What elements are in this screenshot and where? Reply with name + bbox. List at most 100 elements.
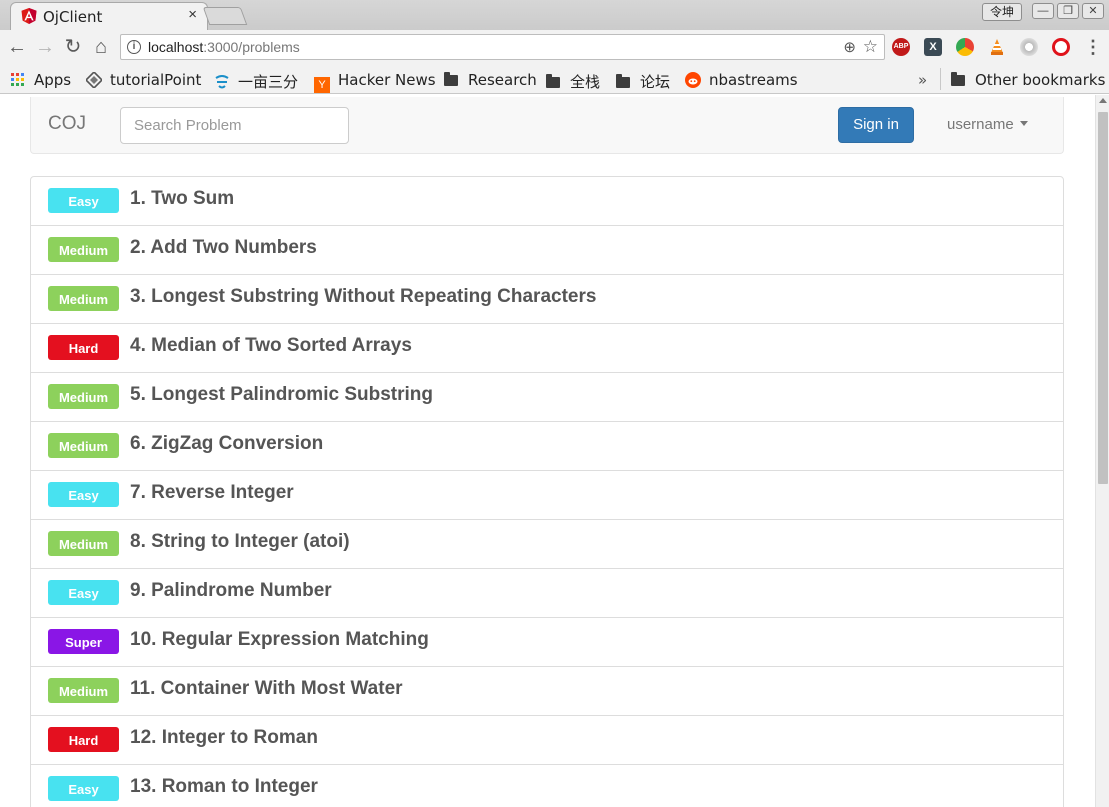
problem-row[interactable]: Medium 11. Container With Most Water [31,666,1063,715]
username-dropdown[interactable]: username [947,116,1028,133]
problem-title-link[interactable]: 9. Palindrome Number [130,580,332,602]
home-icon[interactable]: ⌂ [90,36,112,58]
difficulty-badge: Easy [48,482,119,507]
apps-grid-icon [11,73,24,86]
bookmark-label: nbastreams [709,71,798,89]
problem-row[interactable]: Medium 6. ZigZag Conversion [31,421,1063,470]
difficulty-badge: Easy [48,188,119,213]
bookmark-hackernews[interactable]: Y Hacker News [314,71,436,93]
back-icon[interactable]: ← [6,36,28,58]
bookmarks-overflow-button[interactable]: » [918,71,927,89]
difficulty-badge: Medium [48,433,119,458]
reload-icon[interactable]: ↻ [62,36,84,58]
problem-title-link[interactable]: 4. Median of Two Sorted Arrays [130,335,412,357]
caret-down-icon [1019,121,1028,126]
problem-title-link[interactable]: 6. ZigZag Conversion [130,433,323,455]
bookmark-other[interactable]: Other bookmarks [951,71,1105,89]
problem-title-link[interactable]: 10. Regular Expression Matching [130,629,429,651]
chrome-extension-icon[interactable] [956,38,974,56]
bookmark-nbastreams[interactable]: nbastreams [685,71,798,89]
problem-title-link[interactable]: 2. Add Two Numbers [130,237,317,259]
angular-icon [21,8,37,24]
restore-button[interactable]: ❐ [1057,3,1079,19]
bookmarks-divider [940,68,941,90]
folder-icon [616,74,630,88]
circle-extension-icon[interactable] [1020,38,1038,56]
problem-title-link[interactable]: 13. Roman to Integer [130,776,318,798]
problem-row[interactable]: Medium 5. Longest Palindromic Substring [31,372,1063,421]
difficulty-badge: Medium [48,384,119,409]
zoom-icon[interactable]: ⊕ [843,38,856,56]
url-path: :3000/problems [203,39,300,55]
new-tab-button[interactable] [202,7,248,25]
bookmark-quanzhan[interactable]: 全栈 [546,71,600,92]
tab-title: OjClient [43,8,103,26]
difficulty-badge: Super [48,629,119,654]
page-scrollbar[interactable] [1095,95,1109,807]
tutorialpoint-icon [86,72,102,88]
difficulty-badge: Medium [48,237,119,262]
problem-title-link[interactable]: 8. String to Integer (atoi) [130,531,350,553]
x-extension-icon[interactable]: X [924,38,942,56]
problem-row[interactable]: Super 10. Regular Expression Matching [31,617,1063,666]
browser-titlebar: OjClient × 令坤 — ❐ ✕ [0,0,1109,30]
forward-icon[interactable]: → [34,36,56,58]
problem-title-link[interactable]: 1. Two Sum [130,188,234,210]
difficulty-badge: Easy [48,776,119,801]
bookmark-apps[interactable]: Apps [10,71,71,89]
problem-row[interactable]: Easy 1. Two Sum [31,177,1063,225]
adblock-icon[interactable]: ABP [892,38,910,56]
bookmark-tutorialpoint[interactable]: tutorialPoint [86,71,201,89]
problem-title-link[interactable]: 12. Integer to Roman [130,727,318,749]
opera-icon[interactable] [1052,38,1070,56]
search-input[interactable] [120,107,349,144]
brand-logo[interactable]: COJ [48,113,86,135]
problem-title-link[interactable]: 5. Longest Palindromic Substring [130,384,433,406]
minimize-button[interactable]: — [1032,3,1054,19]
info-icon[interactable]: i [127,40,141,54]
url-host: localhost [148,39,204,55]
problem-title-link[interactable]: 3. Longest Substring Without Repeating C… [130,286,596,308]
page-viewport: COJ Sign in username Easy 1. Two Sum Mediu… [0,95,1095,807]
difficulty-badge: Medium [48,678,119,703]
sign-in-button[interactable]: Sign in [838,107,914,143]
bookmark-star-icon[interactable]: ☆ [863,37,878,57]
problem-title-link[interactable]: 7. Reverse Integer [130,482,294,504]
username-label: username [947,116,1014,133]
problem-row[interactable]: Easy 13. Roman to Integer [31,764,1063,807]
problem-row[interactable]: Medium 2. Add Two Numbers [31,225,1063,274]
problem-title-link[interactable]: 11. Container With Most Water [130,678,403,700]
bookmark-research[interactable]: Research [444,71,537,89]
bookmark-label: Other bookmarks [975,71,1106,89]
site-icon [215,75,229,89]
problem-row[interactable]: Hard 4. Median of Two Sorted Arrays [31,323,1063,372]
problem-list: Easy 1. Two Sum Medium 2. Add Two Numbers Me… [30,176,1064,807]
scrollbar-thumb[interactable] [1098,112,1108,484]
reddit-icon [685,72,701,88]
bookmark-label: tutorialPoint [110,71,202,89]
problem-row[interactable]: Easy 9. Palindrome Number [31,568,1063,617]
hackernews-icon: Y [314,77,330,93]
difficulty-badge: Hard [48,335,119,360]
scroll-up-icon[interactable] [1099,98,1107,103]
bookmarks-bar: Apps tutorialPoint 一亩三分 Y Hacker News Res… [0,64,1109,94]
close-window-button[interactable]: ✕ [1082,3,1104,19]
difficulty-badge: Medium [48,531,119,556]
tab-close-icon[interactable]: × [188,6,197,23]
bookmark-luntan[interactable]: 论坛 [616,71,670,92]
folder-icon [546,74,560,88]
difficulty-badge: Medium [48,286,119,311]
problem-row[interactable]: Medium 8. String to Integer (atoi) [31,519,1063,568]
problem-row[interactable]: Medium 3. Longest Substring Without Repea… [31,274,1063,323]
address-bar[interactable]: i localhost:3000/problems ⊕ ☆ [120,34,885,60]
ime-user-button[interactable]: 令坤 [982,3,1022,21]
problem-row[interactable]: Hard 12. Integer to Roman [31,715,1063,764]
bookmark-label: 一亩三分 [238,73,299,91]
bookmark-yimusanfen[interactable]: 一亩三分 [214,71,298,92]
tab-ojclient[interactable]: OjClient × [10,2,208,30]
folder-icon [951,72,965,86]
url-text[interactable]: localhost:3000/problems [148,39,300,55]
problem-row[interactable]: Easy 7. Reverse Integer [31,470,1063,519]
menu-icon[interactable]: ⋮ [1084,38,1102,56]
vlc-icon[interactable] [988,38,1006,56]
